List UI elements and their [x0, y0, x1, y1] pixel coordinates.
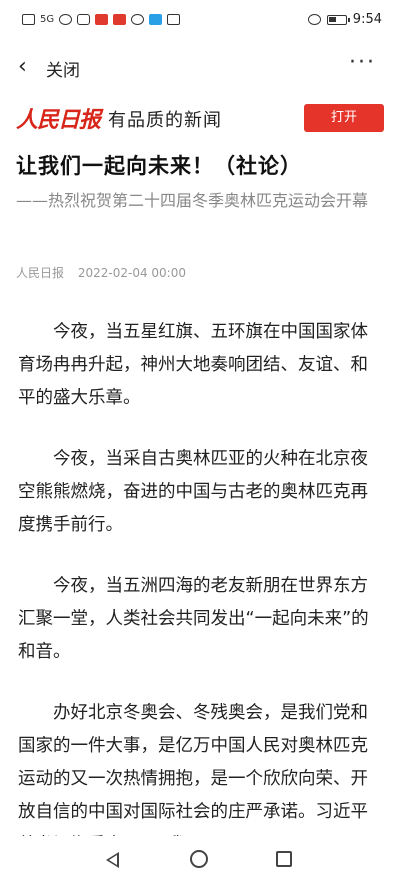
app-banner: 人民日报 有品质的新闻 打开 — [0, 100, 400, 136]
article-subtitle: ——热烈祝贺第二十四届冬季奥林匹克运动会开幕 — [16, 191, 369, 210]
wifi-icon — [59, 14, 73, 25]
system-home-icon[interactable] — [190, 850, 208, 868]
status-bar: 5G 9:54 — [0, 0, 400, 44]
system-nav-bar — [0, 836, 400, 888]
close-button[interactable]: 关闭 — [46, 56, 80, 81]
status-icons-left: 5G — [22, 14, 181, 25]
article-paragraph: 今夜，当采自古奥林匹亚的火种在北京夜空熊熊燃烧，奋进的中国与古老的奥林匹克再度携… — [18, 449, 368, 535]
banner-slogan: 有品质的新闻 — [108, 110, 222, 131]
people-daily-logo: 人民日报 — [16, 107, 101, 133]
article-body: 今夜，当五星红旗、五环旗在中国国家体育场冉冉升起，神州大地奏响团结、友谊、和平的… — [18, 316, 384, 890]
system-recents-icon[interactable] — [276, 851, 292, 867]
battery-icon — [326, 14, 350, 25]
article-paragraph: 今夜，当五洲四海的老友新朋在世界东方汇聚一堂，人类社会共同发出“一起向未来”的和… — [18, 576, 369, 662]
article-date: 2022-02-04 00:00 — [77, 266, 186, 280]
news-notification-icon — [113, 14, 127, 25]
article-paragraph: 今夜，当五星红旗、五环旗在中国国家体育场冉冉升起，神州大地奏响团结、友谊、和平的… — [18, 322, 368, 408]
article-meta: 人民日报 2022-02-04 00:00 — [16, 264, 196, 281]
hd-icon — [22, 14, 35, 25]
notification-icon — [77, 14, 91, 25]
article-source: 人民日报 — [16, 266, 65, 280]
network-label: 5G — [40, 14, 55, 25]
top-nav: ‹ 关闭 ··· — [0, 44, 400, 90]
more-menu-icon[interactable]: ··· — [349, 50, 376, 75]
browser-icon — [149, 14, 163, 25]
article-title: 让我们一起向未来！（社论） — [16, 154, 302, 178]
chat-icon — [131, 14, 145, 25]
battery-fill — [328, 16, 336, 22]
status-time: 9:54 — [352, 12, 382, 27]
open-app-button[interactable]: 打开 — [304, 104, 384, 132]
back-arrow-icon[interactable]: ‹ — [18, 54, 27, 79]
alarm-icon — [307, 14, 321, 25]
app-notification-icon — [95, 14, 109, 25]
status-icons-right: 9:54 — [307, 12, 382, 27]
system-back-icon[interactable] — [106, 852, 119, 868]
app-icon — [167, 14, 181, 25]
